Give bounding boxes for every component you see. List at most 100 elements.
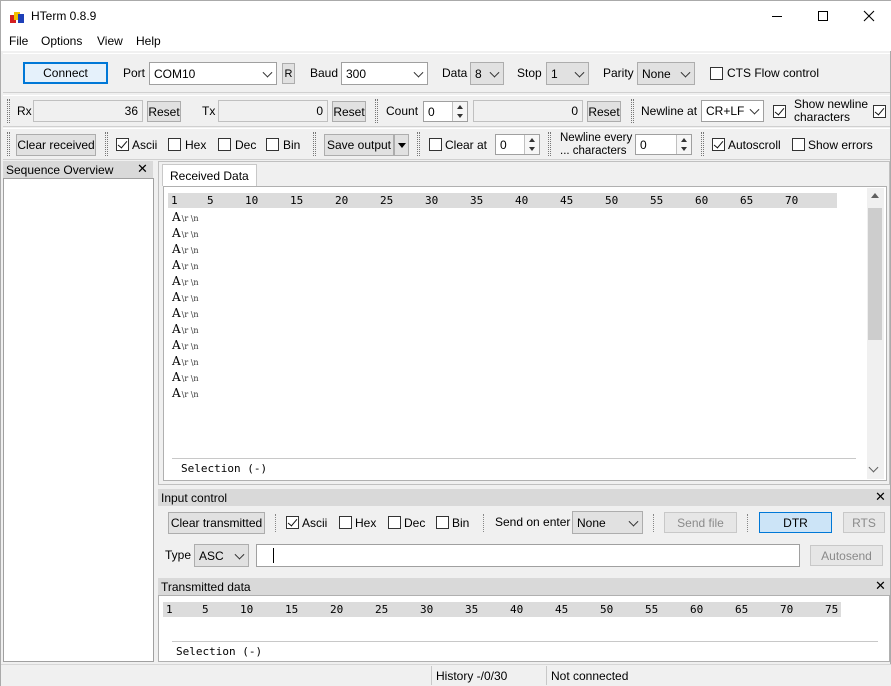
close-icon[interactable]: ✕ [875,489,886,505]
toolbar-grip[interactable] [7,132,10,156]
received-line: A\r \n [172,290,199,306]
transmit-input[interactable] [256,544,800,567]
rx-reset-button[interactable]: Reset [147,101,181,122]
toolbar-grip[interactable] [105,132,108,156]
rx-bin-checkbox[interactable] [266,138,279,151]
rx-hex-checkbox[interactable] [168,138,181,151]
status-divider [431,666,432,685]
count-reset-button[interactable]: Reset [587,101,621,122]
save-output-dropdown[interactable] [394,134,409,156]
rts-button[interactable]: RTS [843,512,885,533]
count-spinner[interactable]: 0 [423,101,468,122]
maximize-icon[interactable] [800,1,846,31]
toolbar-grip[interactable] [7,99,10,123]
transmitted-ruler: 1 5 10 15 20 25 30 35 40 45 50 55 60 65 … [163,602,841,617]
save-output-button[interactable]: Save output [324,134,394,156]
send-file-button[interactable]: Send file [664,512,737,533]
received-line: A\r \n [172,210,199,226]
scrollbar-thumb[interactable] [868,208,882,340]
cts-checkbox[interactable] [710,67,723,80]
line-suffix: \r \n [181,358,199,367]
newline-at-select[interactable]: CR+LF [701,100,764,122]
chevron-down-icon [749,104,760,115]
line-suffix: \r \n [181,278,199,287]
ruler-tick: 70 [785,194,799,207]
stop-bits-select[interactable]: 1 [546,62,589,85]
send-on-enter-label: Send on enter [495,515,571,529]
type-value: ASC [199,548,224,563]
ruler-tick: 45 [555,603,569,616]
menu-view[interactable]: View [97,34,123,48]
rx-dec-checkbox[interactable] [218,138,231,151]
chevron-down-icon [574,67,585,78]
baud-select[interactable]: 300 [341,62,428,85]
toolbar-grip[interactable] [701,132,704,156]
data-bits-label: Data [442,66,468,80]
show-newline-checkbox[interactable] [773,105,786,118]
line-char: A [172,210,181,224]
close-icon[interactable] [846,1,891,31]
line-char: A [172,258,181,272]
autosend-button[interactable]: Autosend [810,545,883,566]
dtr-button[interactable]: DTR [759,512,832,533]
autoscroll-label: Autoscroll [728,138,781,152]
show-errors-checkbox[interactable] [792,138,805,151]
received-data-view[interactable] [163,186,887,481]
stop-bits-value: 1 [551,66,558,81]
autoscroll-checkbox[interactable] [712,138,725,151]
newline-every-spinner[interactable]: 0 [635,134,692,155]
tx-reset-button[interactable]: Reset [332,101,366,122]
toolbar-grip[interactable] [375,99,378,123]
line-char: A [172,370,181,384]
rx-hex-label: Hex [185,138,207,152]
port-select[interactable]: COM10 [149,62,277,85]
tx-dec-checkbox[interactable] [388,516,401,529]
spinner-arrows-icon[interactable] [676,135,691,154]
minimize-icon[interactable] [754,1,800,31]
toolbar-grip[interactable] [313,132,316,156]
separator [653,514,654,532]
parity-select[interactable]: None [637,62,695,85]
type-select[interactable]: ASC [194,544,249,567]
connect-button[interactable]: Connect [23,62,108,84]
ruler-tick: 35 [470,194,484,207]
rescan-ports-button[interactable]: R [282,63,295,84]
show-newline-secondary-checkbox[interactable] [873,105,886,118]
spinner-arrows-icon[interactable] [524,135,539,154]
text-cursor [273,548,274,563]
received-scrollbar[interactable] [867,188,884,479]
ruler-tick: 35 [465,603,479,616]
rx-bin-label: Bin [283,138,301,152]
menu-options[interactable]: Options [41,34,82,48]
clear-received-button[interactable]: Clear received [16,134,96,156]
tx-hex-checkbox[interactable] [339,516,352,529]
toolbar-grip[interactable] [417,132,420,156]
clear-transmitted-button[interactable]: Clear transmitted [168,512,265,534]
clear-at-spinner[interactable]: 0 [495,134,540,155]
ruler-tick: 60 [695,194,709,207]
scroll-up-icon[interactable] [871,193,879,198]
line-char: A [172,354,181,368]
toolbar-grip[interactable] [548,132,551,156]
spinner-arrows-icon[interactable] [452,102,467,121]
input-control-title: Input control [161,490,228,505]
close-icon[interactable]: ✕ [137,161,148,177]
clear-at-checkbox[interactable] [429,138,442,151]
rx-dec-label: Dec [235,138,257,152]
tab-received-data[interactable]: Received Data [162,164,257,186]
baud-label: Baud [310,66,339,80]
line-char: A [172,290,181,304]
newline-every-label-line2: ... characters [560,145,627,157]
data-bits-select[interactable]: 8 [470,62,504,85]
scroll-down-icon[interactable] [868,462,879,473]
rx-ascii-checkbox[interactable] [116,138,129,151]
menu-help[interactable]: Help [136,34,161,48]
tx-bin-checkbox[interactable] [436,516,449,529]
tx-ascii-checkbox[interactable] [286,516,299,529]
menu-file[interactable]: File [9,34,28,48]
transmitted-selection-divider [172,641,878,642]
close-icon[interactable]: ✕ [875,578,886,594]
send-on-enter-select[interactable]: None [572,511,643,534]
toolbar-grip[interactable] [631,99,634,123]
sequence-overview-list[interactable] [3,178,154,662]
